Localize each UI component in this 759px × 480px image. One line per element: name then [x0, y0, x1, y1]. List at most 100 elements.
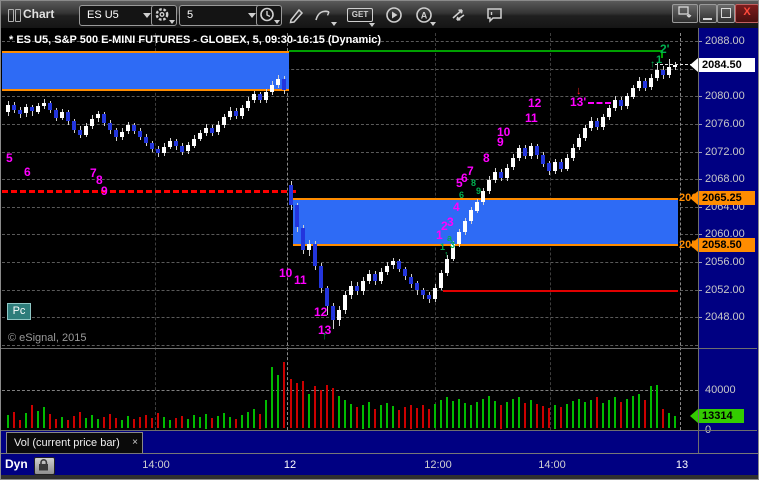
volume-bar: [187, 418, 189, 428]
chart-annotation: 4: [453, 200, 460, 214]
volume-bar: [13, 412, 15, 428]
comment-button[interactable]: [485, 6, 505, 24]
pencil-icon: [289, 8, 304, 24]
candle-body: [667, 67, 671, 75]
supply-demand-zone[interactable]: [2, 51, 289, 91]
chart-annotation: 7: [467, 164, 474, 178]
pane-separator[interactable]: [1, 348, 757, 349]
candle-body: [180, 146, 184, 152]
grid-line-vertical: [155, 33, 156, 430]
lock-icon: [39, 459, 48, 471]
curve-tool-button[interactable]: [313, 6, 337, 26]
candle-body: [469, 210, 473, 221]
candle-body: [547, 163, 551, 171]
candle-body: [409, 276, 413, 284]
volume-bar: [229, 416, 231, 428]
volume-bar: [428, 409, 430, 428]
window-titlebar[interactable]: Chart ES U5 5 GET A X: [1, 1, 759, 28]
volume-bar: [199, 416, 201, 428]
dock-window-button[interactable]: [672, 4, 698, 23]
candle-body: [607, 108, 611, 117]
candle-body: [120, 131, 124, 137]
minimize-button[interactable]: [699, 4, 717, 23]
volume-bar: [584, 401, 586, 428]
candle-body: [505, 167, 509, 178]
get-data-button[interactable]: GET: [347, 8, 375, 27]
gear-button[interactable]: [151, 5, 177, 26]
close-tab-icon[interactable]: ×: [132, 433, 138, 453]
candle-body: [601, 117, 605, 127]
grid-line-horizontal: [2, 317, 698, 318]
candle-body: [385, 265, 389, 272]
maximize-button[interactable]: [717, 4, 735, 23]
volume-bar: [37, 411, 39, 428]
chart-annotation: 3: [447, 215, 454, 229]
volume-bar: [25, 413, 27, 428]
candle-body: [54, 110, 58, 118]
candle-body: [96, 114, 100, 118]
price-axis[interactable]: 2088.002084.002080.002076.002072.002068.…: [690, 28, 759, 475]
candle-body: [673, 65, 677, 67]
play-icon: [386, 7, 402, 23]
lock-button[interactable]: [34, 457, 55, 475]
chart-canvas[interactable]: * ES U5, S&P 500 E-MINI FUTURES - GLOBEX…: [0, 0, 698, 431]
volume-bar: [524, 402, 526, 428]
volume-bar: [290, 378, 292, 428]
supply-demand-zone[interactable]: [293, 198, 678, 246]
volume-bar: [620, 401, 622, 428]
chart-annotation: 5: [6, 151, 13, 165]
indicator-badge-pc[interactable]: Pc: [7, 303, 31, 320]
volume-bar: [422, 405, 424, 428]
chart-annotation: ↑: [322, 330, 328, 342]
volume-bar: [157, 413, 159, 428]
clock-button[interactable]: [256, 5, 282, 26]
auto-a-button[interactable]: A: [415, 6, 436, 26]
candle-body: [108, 122, 112, 130]
chart-annotation: 10: [497, 125, 511, 139]
candle-body: [415, 283, 419, 290]
tab-volume-indicator[interactable]: Vol (current price bar) ×: [6, 432, 143, 454]
volume-bar: [205, 414, 207, 429]
candle-body: [475, 202, 479, 211]
candle-body: [331, 306, 335, 320]
candle-body: [252, 94, 256, 100]
volume-axis-top-label: 40000: [705, 384, 736, 396]
symbol-dropdown[interactable]: ES U5: [79, 5, 157, 26]
play-button[interactable]: [385, 6, 403, 24]
candle-body: [222, 117, 226, 125]
volume-bar: [91, 414, 93, 428]
candle-body: [577, 137, 581, 147]
volume-bar: [440, 399, 442, 428]
candle-body: [625, 96, 629, 106]
volume-bar: [61, 416, 63, 428]
grid-line-horizontal: [2, 262, 698, 263]
interval-dropdown[interactable]: 5: [179, 5, 262, 26]
chart-line-red-dashed[interactable]: [2, 190, 296, 193]
swap-tool-button[interactable]: [449, 6, 469, 24]
chevron-down-icon: [169, 20, 175, 24]
candle-body: [270, 84, 274, 92]
volume-bar: [530, 399, 532, 428]
chart-line-green-solid[interactable]: [289, 50, 663, 52]
time-axis[interactable]: Dyn 14:00 12 12:00 14:00 13: [1, 453, 758, 476]
close-button[interactable]: X: [735, 4, 759, 23]
current-price-tag: 2084.50: [690, 58, 755, 72]
candle-body: [355, 285, 359, 291]
chart-annotation: 11: [294, 273, 307, 287]
candle-body: [337, 310, 341, 320]
chart-line-red-solid[interactable]: [443, 290, 678, 292]
price-tick-label: 2056.00: [705, 256, 745, 268]
volume-bar: [590, 399, 592, 428]
volume-bar: [241, 414, 243, 428]
volume-bar: [19, 419, 21, 428]
pencil-tool-button[interactable]: [287, 6, 305, 24]
candle-body: [361, 280, 365, 291]
candle-body: [511, 157, 515, 167]
candle-body: [379, 271, 383, 281]
candle-body: [174, 141, 178, 146]
time-tick-label: 12: [283, 459, 297, 471]
volume-bar: [380, 405, 382, 428]
current-volume-tag: 13314: [690, 408, 744, 423]
chart-annotation: 12: [528, 96, 542, 110]
candle-body: [661, 69, 665, 75]
